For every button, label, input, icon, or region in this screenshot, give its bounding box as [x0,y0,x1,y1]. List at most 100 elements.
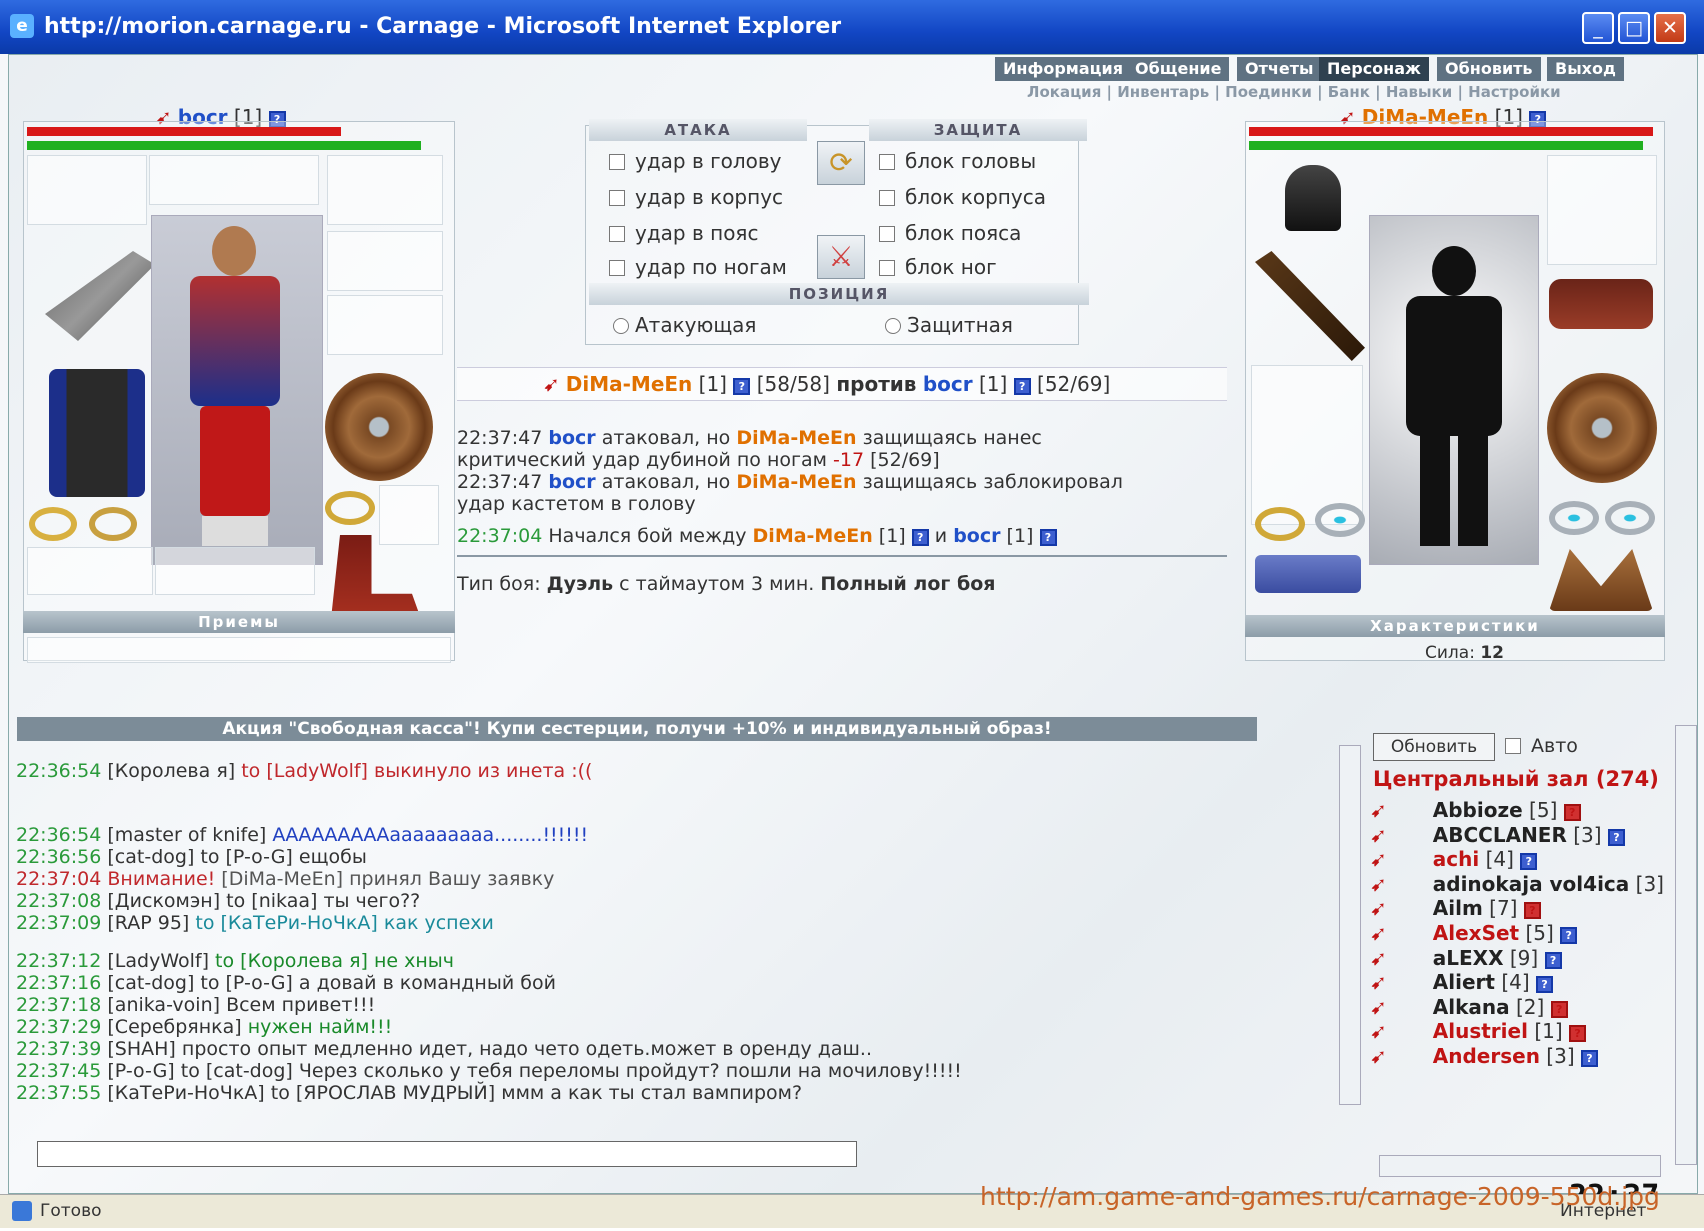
user-list-item[interactable]: ➹ Alkana [2] ? [1370,995,1568,1019]
user-list-item[interactable]: ➹ Alustriel [1] ? [1370,1019,1587,1043]
player-link[interactable]: bocr [923,372,973,396]
slot-helmet[interactable] [27,155,147,225]
chat-time[interactable]: 22:36:56 [16,846,101,868]
chat-author[interactable]: [КаТеРи-НоЧкА] [107,1082,264,1104]
refresh-icon[interactable]: ⟳ [817,141,865,185]
menu-refresh[interactable]: Обновить [1437,57,1541,81]
user-list-item[interactable]: ➹ Andersen [3] ? [1370,1044,1598,1068]
position-attack[interactable]: Атакующая [613,313,756,337]
player-link[interactable]: DiMa-MeEn [566,372,693,396]
private-arrow-icon[interactable]: ➹ [1370,921,1387,945]
slot-pants[interactable] [27,547,153,595]
shield-icon[interactable] [325,373,433,481]
player-link[interactable]: bocr [548,427,595,449]
slot-amulet[interactable] [149,155,319,205]
tricks-slots[interactable] [27,637,451,663]
slot-armor[interactable] [1251,365,1363,525]
attack-swords-icon[interactable]: ⚔ [817,235,865,279]
chat-author[interactable]: [Серебрянка] [107,1016,241,1038]
user-name[interactable]: ABCCLANER [1433,823,1567,847]
chat-author[interactable]: [Дискомэн] [107,890,220,912]
private-arrow-icon[interactable]: ➹ [1370,946,1387,970]
chat-time[interactable]: 22:37:16 [16,972,101,994]
ring-icon[interactable] [89,507,137,541]
info-icon[interactable]: ? [1039,529,1057,546]
chat-author[interactable]: [RAP 95] [107,912,189,934]
private-arrow-icon[interactable]: ➹ [1370,1019,1387,1043]
minimize-button[interactable]: _ [1582,12,1614,44]
user-list-item[interactable]: ➹ Abbioze [5] ? [1370,798,1581,822]
chat-time[interactable]: 22:37:12 [16,950,101,972]
position-defense[interactable]: Защитная [885,313,1013,337]
info-icon[interactable]: ? [1563,804,1581,821]
user-list-item[interactable]: ➹ Aliert [4] ? [1370,970,1554,994]
tricks-header[interactable]: Приемы [23,611,455,633]
private-arrow-icon[interactable]: ➹ [1370,970,1387,994]
chat-time[interactable]: 22:37:55 [16,1082,101,1104]
maximize-button[interactable]: □ [1618,12,1650,44]
chat-scrollbar[interactable] [1339,745,1361,1105]
user-name[interactable]: Ailm [1433,896,1483,920]
private-arrow-icon[interactable]: ➹ [1370,995,1387,1019]
block-legs[interactable]: блок ног [879,255,997,279]
block-body[interactable]: блок корпуса [879,185,1046,209]
user-name[interactable]: AlexSet [1433,921,1519,945]
user-list-item[interactable]: ➹ aLEXX [9] ? [1370,946,1562,970]
menu-chat[interactable]: Общение [1127,57,1230,81]
menu-reports[interactable]: Отчеты [1237,57,1322,81]
attack-waist[interactable]: удар в пояс [609,221,758,245]
radio[interactable] [885,318,901,334]
helmet-icon[interactable] [1285,165,1341,231]
user-list-item[interactable]: ➹ ABCCLANER [3] ? [1370,823,1625,847]
attack-body[interactable]: удар в корпус [609,185,783,209]
ring-icon[interactable] [325,491,375,525]
attack-legs[interactable]: удар по ногам [609,255,787,279]
block-head[interactable]: блок головы [879,149,1036,173]
player-link[interactable]: bocr [953,525,1000,547]
private-arrow-icon[interactable]: ➹ [1370,1044,1387,1068]
checkbox[interactable] [1505,738,1521,754]
player-link[interactable]: DiMa-MeEn [736,427,856,449]
submenu[interactable]: Локация | Инвентарь | Поединки | Банк | … [1027,83,1561,101]
checkbox[interactable] [879,260,895,276]
checkbox[interactable] [879,154,895,170]
user-list-item[interactable]: ➹ AlexSet [5] ? [1370,921,1578,945]
info-icon[interactable]: ? [733,378,751,395]
chat-time[interactable]: 22:37:18 [16,994,101,1016]
private-arrow-icon[interactable]: ➹ [1370,847,1387,871]
chat-time[interactable]: 22:36:54 [16,760,101,782]
chat-time[interactable]: 22:37:09 [16,912,101,934]
private-arrow-icon[interactable]: ➹ [1370,896,1387,920]
chat-time[interactable]: 22:37:29 [16,1016,101,1038]
chat-author[interactable]: [SHAH] [107,1038,175,1060]
stats-header[interactable]: Характеристики [1245,615,1665,637]
slot-bracer[interactable] [327,231,443,291]
ring-gem-icon[interactable] [1549,501,1599,535]
bracers-icon[interactable] [1549,279,1653,329]
player-link[interactable]: DiMa-MeEn [736,471,856,493]
player-link[interactable]: DiMa-MeEn [753,525,873,547]
chat-time[interactable]: 22:37:45 [16,1060,101,1082]
checkbox[interactable] [609,154,625,170]
player-link[interactable]: bocr [548,471,595,493]
ring-icon[interactable] [1255,507,1305,541]
slot-ring[interactable] [379,485,439,545]
chat-input[interactable] [37,1141,857,1167]
slot-gloves[interactable] [327,155,443,225]
info-icon[interactable]: ? [1523,902,1541,920]
user-name[interactable]: achi [1433,847,1479,871]
slot-pocket[interactable] [155,547,315,595]
menu-character[interactable]: Персонаж [1319,57,1429,81]
info-icon[interactable]: ? [1520,853,1538,871]
chat-author[interactable]: [master of knife] [107,824,266,846]
user-list-item[interactable]: ➹ achi [4] ? [1370,847,1538,871]
user-name[interactable]: Andersen [1433,1044,1540,1068]
shield-icon[interactable] [1547,373,1657,483]
user-list-item[interactable]: ➹ Ailm [7] ? [1370,896,1541,920]
slot-gloves[interactable] [1547,155,1657,265]
chat-author[interactable]: [anika-voin] [107,994,220,1016]
info-icon[interactable]: ? [1607,828,1625,846]
userlist-hscrollbar[interactable] [1379,1155,1661,1177]
full-log-link[interactable]: Полный лог боя [820,573,995,595]
user-name[interactable]: aLEXX [1433,946,1504,970]
